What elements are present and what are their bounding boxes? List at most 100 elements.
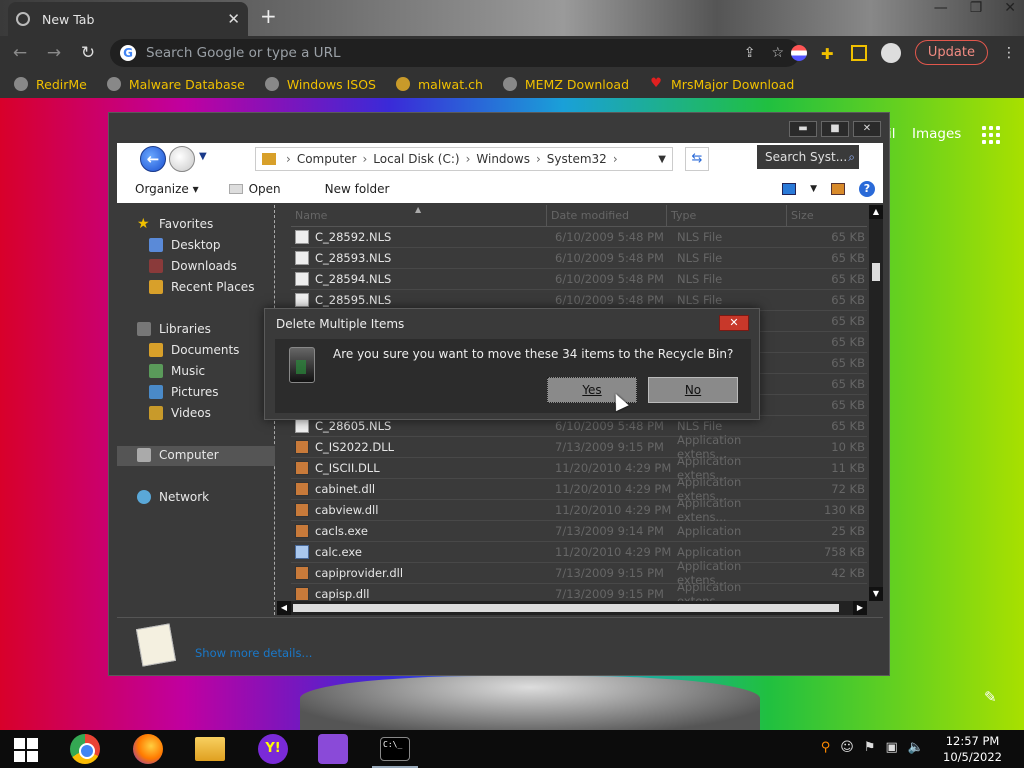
scroll-left-icon[interactable]: ◀ <box>277 601 291 615</box>
nav-label: Desktop <box>171 238 221 252</box>
dll-file-icon <box>295 440 309 454</box>
help-icon[interactable]: ? <box>859 181 875 197</box>
scroll-down-icon[interactable]: ▼ <box>869 587 883 601</box>
yahoo-messenger-taskbar-icon[interactable]: Y! <box>258 734 288 764</box>
nav-recent-places[interactable]: Recent Places <box>149 280 254 294</box>
explorer-maximize-icon[interactable]: ■ <box>821 121 849 137</box>
address-bar[interactable]: › Computer › Local Disk (C:) › Windows ›… <box>255 147 673 171</box>
explorer-forward-icon[interactable] <box>169 146 195 172</box>
bookmark-item[interactable]: RedirMe <box>14 77 87 92</box>
organize-button[interactable]: Organize ▾ <box>135 182 199 196</box>
nav-network[interactable]: Network <box>137 490 209 504</box>
show-more-details-link[interactable]: Show more details... <box>195 646 312 660</box>
table-row[interactable]: capisp.dll 7/13/2009 9:15 PM Application e… <box>291 580 867 601</box>
customize-pencil-icon[interactable]: ✎ <box>984 688 997 706</box>
horizontal-scroll-thumb[interactable] <box>293 604 839 612</box>
scroll-right-icon[interactable]: ▶ <box>853 601 867 615</box>
network-tray-icon[interactable]: ▣ <box>886 740 898 755</box>
chrome-tab-icon <box>16 12 30 26</box>
breadcrumb-local-disk[interactable]: Local Disk (C:) <box>373 152 459 166</box>
no-button[interactable]: No <box>648 377 738 403</box>
search-tray-icon[interactable]: ⚲ <box>821 740 831 755</box>
share-icon[interactable]: ⇪ <box>744 45 756 61</box>
vertical-scroll-thumb[interactable] <box>872 263 880 281</box>
nav-music[interactable]: Music <box>149 364 205 378</box>
breadcrumb-windows[interactable]: Windows <box>476 152 530 166</box>
new-tab-icon[interactable]: + <box>260 4 277 28</box>
dialog-close-icon[interactable]: ✕ <box>719 315 749 331</box>
nav-videos[interactable]: Videos <box>149 406 211 420</box>
menu-kebab-icon[interactable]: ⋮ <box>1002 45 1016 61</box>
forward-icon[interactable]: → <box>40 43 68 63</box>
tab-close-icon[interactable]: ✕ <box>227 10 240 28</box>
refresh-icon[interactable]: ⇆ <box>685 147 709 171</box>
table-row[interactable]: C_28593.NLS 6/10/2009 5:48 PM NLS File 65 K… <box>291 248 867 269</box>
profile-avatar-icon[interactable] <box>880 42 901 63</box>
change-view-icon[interactable] <box>782 183 797 195</box>
reload-icon[interactable]: ↻ <box>74 43 102 63</box>
puzzle-icon[interactable]: ✚ <box>821 45 837 63</box>
volume-icon[interactable]: 🔈 <box>908 740 924 755</box>
side-panel-icon[interactable] <box>850 44 867 61</box>
horizontal-scrollbar[interactable]: ◀ ▶ <box>277 601 867 615</box>
recent-pages-dropdown-icon[interactable]: ▼ <box>199 151 207 162</box>
visual-studio-taskbar-icon[interactable] <box>318 734 348 764</box>
start-windows-icon[interactable] <box>14 738 38 762</box>
nav-pictures[interactable]: Pictures <box>149 385 219 399</box>
command-prompt-taskbar-icon[interactable]: C:\_ <box>380 737 410 761</box>
file-size: 72 KB <box>831 482 865 496</box>
nav-computer[interactable]: Computer <box>137 448 219 462</box>
back-icon[interactable]: ← <box>6 43 34 63</box>
scroll-up-icon[interactable]: ▲ <box>869 205 883 219</box>
action-center-flag-icon[interactable]: ⚑ <box>864 740 876 755</box>
search-input[interactable]: Search Syst... ⌕ <box>757 145 859 169</box>
dll-file-icon <box>295 503 309 517</box>
extension-flag-icon[interactable] <box>790 44 807 61</box>
nav-documents[interactable]: Documents <box>149 343 239 357</box>
search-icon[interactable]: ⌕ <box>848 150 855 165</box>
view-dropdown-icon[interactable]: ▼ <box>810 184 817 194</box>
open-button[interactable]: Open <box>228 182 281 196</box>
file-explorer-taskbar-icon[interactable] <box>195 737 225 761</box>
vertical-scrollbar[interactable]: ▲ ▼ <box>869 205 883 601</box>
explorer-close-icon[interactable]: ✕ <box>853 121 881 137</box>
google-apps-icon[interactable] <box>982 126 1000 144</box>
update-button[interactable]: Update <box>914 40 988 65</box>
chrome-taskbar-icon[interactable] <box>70 734 100 764</box>
table-row[interactable]: cacls.exe 7/13/2009 9:14 PM Application 25 … <box>291 521 867 542</box>
system-clock[interactable]: 12:57 PM 10/5/2022 <box>943 733 1002 765</box>
column-type[interactable]: Type <box>667 205 787 226</box>
tab-new-tab[interactable]: New Tab ✕ <box>8 2 248 36</box>
explorer-back-icon[interactable]: ← <box>140 146 166 172</box>
file-date: 6/10/2009 5:48 PM <box>555 419 664 433</box>
bookmark-item[interactable]: malwat.ch <box>396 77 483 92</box>
nav-desktop[interactable]: Desktop <box>149 238 221 252</box>
bookmark-item[interactable]: MEMZ Download <box>502 77 629 92</box>
omnibox[interactable]: G Search Google or type a URL ⇪ ☆ <box>110 39 800 67</box>
nav-libraries[interactable]: Libraries <box>137 322 211 336</box>
address-dropdown-icon[interactable]: ▼ <box>658 154 666 165</box>
preview-pane-icon[interactable] <box>831 183 845 195</box>
close-window-icon[interactable]: ✕ <box>1004 0 1016 16</box>
bookmark-item[interactable]: Malware Database <box>106 77 245 92</box>
explorer-minimize-icon[interactable]: ▬ <box>789 121 817 137</box>
new-folder-button[interactable]: New folder <box>325 182 390 196</box>
table-row[interactable]: C_28594.NLS 6/10/2009 5:48 PM NLS File 65 K… <box>291 269 867 290</box>
breadcrumb-system32[interactable]: System32 <box>547 152 607 166</box>
bookmark-item[interactable]: Windows ISOS <box>264 77 376 92</box>
table-row[interactable]: C_28592.NLS 6/10/2009 5:48 PM NLS File 65 K… <box>291 227 867 248</box>
nav-favorites[interactable]: ★ Favorites <box>137 217 213 231</box>
firefox-taskbar-icon[interactable] <box>133 734 163 764</box>
bookmark-item[interactable]: ♥ MrsMajor Download <box>649 77 794 92</box>
restore-icon[interactable]: ❐ <box>970 0 983 16</box>
breadcrumb-computer[interactable]: Computer <box>297 152 357 166</box>
bookmark-star-icon[interactable]: ☆ <box>771 45 784 61</box>
smiley-tray-icon[interactable]: ☺ <box>840 740 854 755</box>
column-size[interactable]: Size <box>787 205 867 226</box>
column-date[interactable]: Date modified <box>547 205 667 226</box>
minimize-icon[interactable]: — <box>934 0 948 16</box>
file-type: NLS File <box>677 419 723 433</box>
images-link[interactable]: Images <box>912 126 961 142</box>
nav-downloads[interactable]: Downloads <box>149 259 237 273</box>
table-row[interactable]: cabview.dll 11/20/2010 4:29 PM Application… <box>291 496 867 524</box>
